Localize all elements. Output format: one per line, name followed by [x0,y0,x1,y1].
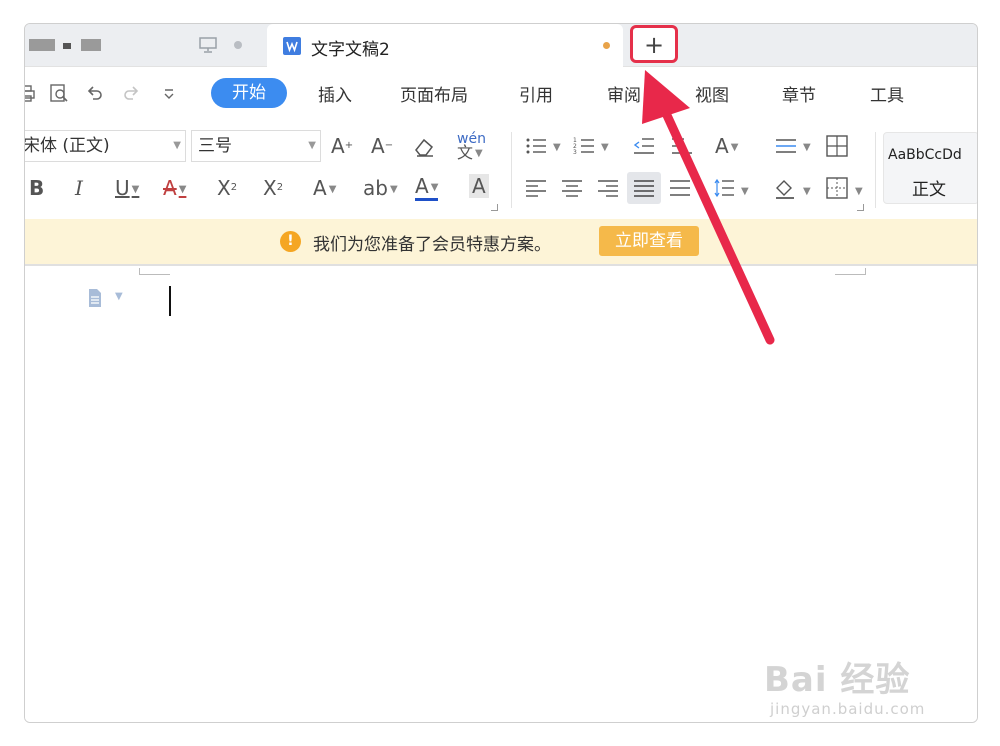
chevron-down-icon[interactable]: ▼ [115,291,123,302]
underline-button[interactable]: U ▼ [115,176,139,202]
home-toolbar: 宋体 (正文) ▼ 三号 ▼ A+ A− wén 文 ▼ ▼ 1 2 3 ▼ A… [25,124,977,219]
tab-blurred[interactable] [25,24,265,66]
membership-notice: ! 我们为您准备了会员特惠方案。 立即查看 [25,219,977,264]
tab-document[interactable]: 文字文稿2 [267,24,623,67]
superscript-button[interactable]: X2 [217,176,237,200]
shrink-font-icon[interactable]: A− [371,134,393,158]
style-normal[interactable]: AaBbCcDd 正文 [883,132,977,204]
distributed-align-icon[interactable] [669,178,691,198]
subscript-button[interactable]: X2 [263,176,283,200]
text-cursor [169,286,171,316]
svg-text:3: 3 [573,149,577,156]
paragraph-dialog-launcher[interactable] [857,204,864,211]
tab-title: 文字文稿2 [311,40,390,60]
warning-icon: ! [280,231,301,252]
new-tab-button[interactable]: + [630,25,678,63]
decrease-indent-icon[interactable] [633,136,655,156]
watermark-main: Bai 经验 [764,660,911,700]
shading-fill-icon[interactable] [773,176,797,200]
menu-references[interactable]: 引用 [519,81,553,106]
chevron-down-icon[interactable]: ▼ [553,136,561,160]
quick-access-dropdown-icon[interactable] [159,83,179,103]
menu-chapter[interactable]: 章节 [782,81,816,106]
font-color-button[interactable]: A ▼ [415,176,439,201]
font-dialog-launcher[interactable] [491,204,498,211]
style-label: 正文 [912,180,946,200]
table-icon[interactable] [825,134,849,158]
baidu-watermark: Bai 经验 jingyan.baidu.com [764,638,954,728]
print-icon[interactable] [24,83,37,103]
align-right-icon[interactable] [597,178,619,198]
menu-tools[interactable]: 工具 [870,81,904,106]
text-effect-button[interactable]: A ▼ [313,176,336,202]
justify-icon [634,180,654,197]
toolbar-separator [875,132,876,208]
strikethrough-button[interactable]: A ▼ [163,176,186,202]
paragraph-layout-icon[interactable] [87,288,103,308]
font-size-select[interactable]: 三号 ▼ [191,130,321,162]
blurred-title [63,43,71,49]
pinyin-guide-icon[interactable]: wén 文 ▼ [457,132,486,161]
font-name-select[interactable]: 宋体 (正文) ▼ [24,130,186,162]
print-preview-icon[interactable] [49,83,69,103]
undo-icon[interactable] [85,83,105,103]
highlight-button[interactable]: ab ▼ [363,176,398,202]
chevron-down-icon[interactable]: ▼ [803,136,811,160]
grow-font-icon[interactable]: A+ [331,134,353,158]
menu-review[interactable]: 审阅 [607,81,641,106]
margin-corner-right [835,268,866,275]
tab-bar: 文字文稿2 + [25,24,977,67]
unsaved-dot [603,42,610,49]
monitor-icon[interactable] [199,37,217,53]
menu-insert[interactable]: 插入 [318,81,352,106]
style-preview: AaBbCcDd [888,147,962,163]
notice-text: 我们为您准备了会员特惠方案。 [313,235,551,255]
tab-status-dot [234,41,242,49]
chevron-down-icon[interactable]: ▼ [741,180,749,204]
borders-icon[interactable] [825,176,849,200]
numbered-list-icon[interactable]: 1 2 3 [573,136,595,156]
menu-view[interactable]: 视图 [695,81,729,106]
blurred-title [81,39,101,51]
app-window: 文字文稿2 + 开始 插入 页面布局 引用 审阅 视图 章节 工具 宋体 (正文… [24,23,978,723]
plus-icon: + [643,31,665,59]
font-name-value: 宋体 (正文) [24,136,110,156]
text-direction-icon[interactable]: A ▼ [715,134,738,160]
blurred-title [29,39,55,51]
increase-indent-icon[interactable] [671,136,693,156]
watermark-url: jingyan.baidu.com [770,700,926,718]
menu-bar: 开始 插入 页面布局 引用 审阅 视图 章节 工具 [25,67,977,117]
bullet-list-icon[interactable] [525,136,547,156]
justify-button[interactable] [627,172,661,204]
view-now-button[interactable]: 立即查看 [599,226,699,256]
align-left-icon[interactable] [525,178,547,198]
align-center-icon[interactable] [561,178,583,198]
menu-page-layout[interactable]: 页面布局 [400,81,468,106]
margin-corner-left [139,268,170,275]
chevron-down-icon: ▼ [173,140,181,151]
line-spacing-icon[interactable] [713,178,735,198]
char-shading-button[interactable]: A [469,174,489,198]
chevron-down-icon[interactable]: ▼ [855,180,863,204]
toolbar-separator [511,132,512,208]
chevron-down-icon[interactable]: ▼ [601,136,609,160]
eraser-icon[interactable] [413,136,437,158]
chevron-down-icon: ▼ [308,140,316,151]
writer-doc-icon [283,37,301,55]
redo-icon[interactable] [121,83,141,103]
menu-home[interactable]: 开始 [211,78,287,108]
font-size-value: 三号 [198,136,232,156]
chevron-down-icon[interactable]: ▼ [803,180,811,204]
bold-button[interactable]: B [29,176,44,200]
italic-button[interactable]: I [75,176,83,200]
paragraph-spacing-icon[interactable] [775,136,797,156]
